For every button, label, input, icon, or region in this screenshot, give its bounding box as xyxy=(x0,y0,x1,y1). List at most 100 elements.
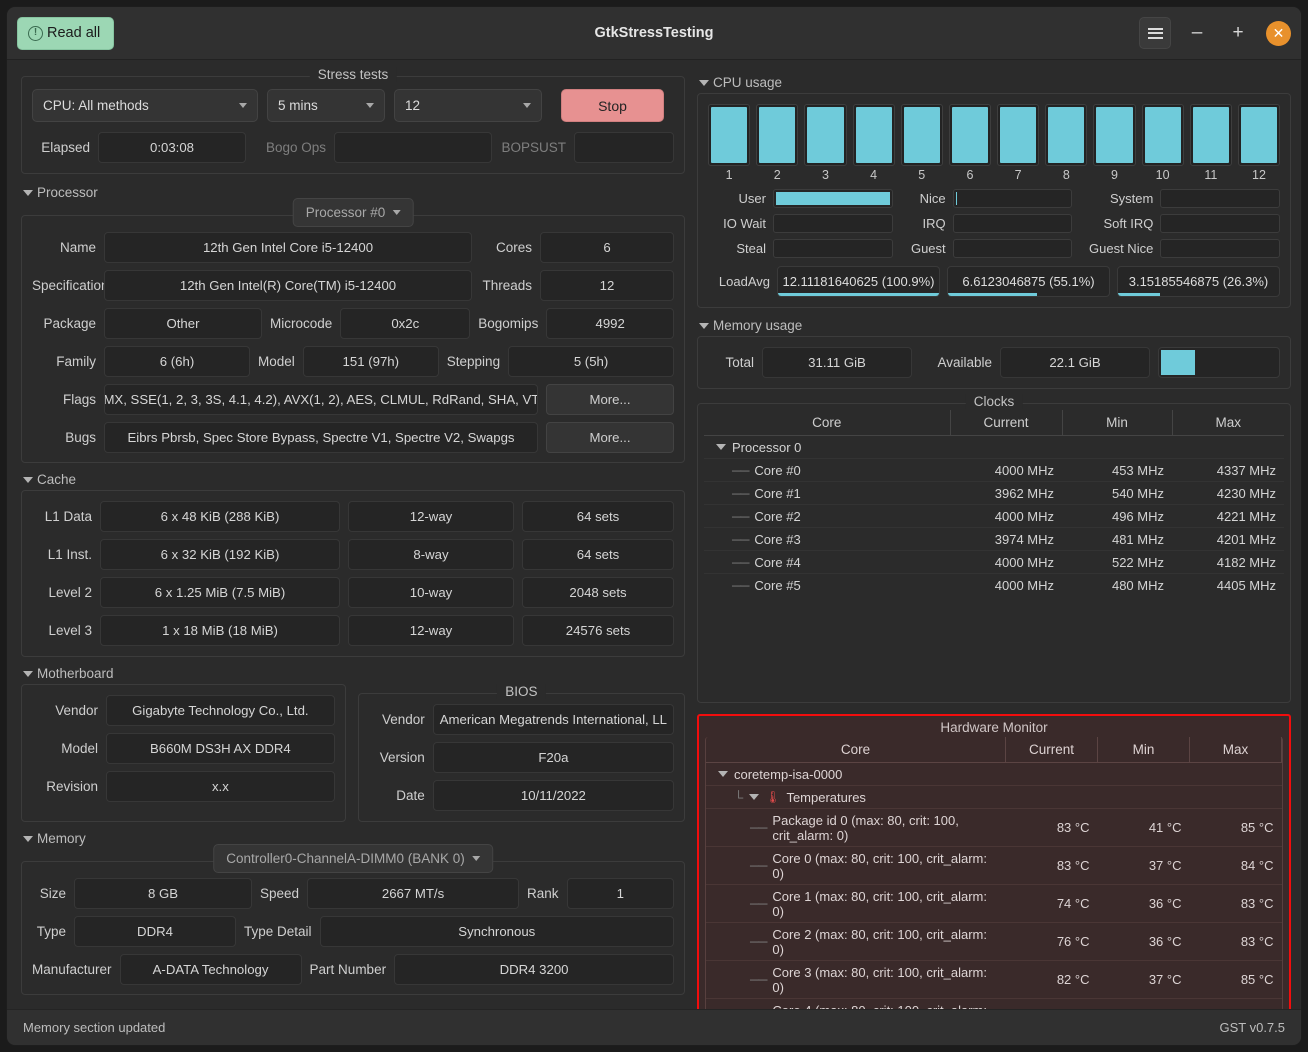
cache-row: L1 Inst.6 x 32 KiB (192 KiB)8-way64 sets xyxy=(32,539,674,570)
stress-duration-select[interactable]: 5 mins xyxy=(267,89,385,122)
mem-type-detail-label: Type Detail xyxy=(244,924,312,939)
sensor-max: 83 °C xyxy=(1190,923,1282,961)
cpu-usage-header[interactable]: CPU usage xyxy=(697,72,1291,93)
column-header[interactable]: Current xyxy=(1006,737,1098,763)
cache-ways-value: 8-way xyxy=(348,539,514,570)
sensor-name: Core 3 (max: 80, crit: 100, crit_alarm: … xyxy=(772,965,997,995)
memory-module-value: Controller0-ChannelA-DIMM0 (BANK 0) xyxy=(226,851,465,866)
cpu-core-bar: 1 xyxy=(708,104,750,182)
bogo-ops-value xyxy=(334,132,492,163)
tree-line-icon: ── xyxy=(732,555,748,570)
processor-section-label: Processor xyxy=(37,185,98,200)
bios-caption: BIOS xyxy=(497,684,545,699)
cache-level-label: Level 2 xyxy=(32,585,92,600)
clock-min: 481 MHz xyxy=(1062,528,1172,551)
stress-workers-select[interactable]: 12 xyxy=(394,89,542,122)
bios-date-label: Date xyxy=(369,788,425,803)
table-row[interactable]: ──Core 4 (max: 80, crit: 100, crit_alarm… xyxy=(706,999,1282,1010)
clock-max: 4221 MHz xyxy=(1172,505,1284,528)
table-row[interactable]: ──Package id 0 (max: 80, crit: 100, crit… xyxy=(706,809,1282,847)
processor-selector[interactable]: Processor #0 xyxy=(293,198,414,227)
mb-vendor-value: Gigabyte Technology Co., Ltd. xyxy=(106,695,335,726)
sensor-max: 85 °C xyxy=(1190,809,1282,847)
clock-min: 496 MHz xyxy=(1062,505,1172,528)
cpu-family-label: Family xyxy=(32,354,96,369)
mem-available-label: Available xyxy=(920,355,992,370)
tree-group-row[interactable]: Processor 0 xyxy=(704,436,1284,459)
memory-usage-header[interactable]: Memory usage xyxy=(697,315,1291,336)
bios-date-value: 10/11/2022 xyxy=(433,780,674,811)
stress-workers-value: 12 xyxy=(405,98,523,113)
cache-section-header[interactable]: Cache xyxy=(21,469,685,490)
sensor-min: 41 °C xyxy=(1098,809,1190,847)
cache-section-label: Cache xyxy=(37,472,76,487)
sensor-current: 83 °C xyxy=(1006,847,1098,885)
column-header[interactable]: Min xyxy=(1098,737,1190,763)
sensor-max: 84 °C xyxy=(1190,847,1282,885)
stress-tests-caption: Stress tests xyxy=(310,67,397,82)
column-header[interactable]: Max xyxy=(1172,410,1284,436)
cpu-stepping-value: 5 (5h) xyxy=(508,346,674,377)
motherboard-section-label: Motherboard xyxy=(37,666,114,681)
read-all-button[interactable]: ! Read all xyxy=(17,17,114,50)
minimize-button[interactable]: – xyxy=(1182,18,1212,48)
stress-method-select[interactable]: CPU: All methods xyxy=(32,89,258,122)
sensor-min: 37 °C xyxy=(1098,961,1190,999)
stress-method-value: CPU: All methods xyxy=(43,98,239,113)
cpu-flags-more-button[interactable]: More... xyxy=(546,384,674,415)
clocks-caption: Clocks xyxy=(966,394,1023,409)
read-all-label: Read all xyxy=(47,25,100,41)
table-row[interactable]: ──Core #13962 MHz540 MHz4230 MHz xyxy=(704,482,1284,505)
thermometer-icon: 🌡 xyxy=(765,790,780,804)
cpu-core-number: 3 xyxy=(804,168,846,182)
title-bar: ! Read all GtkStressTesting – + ✕ xyxy=(7,7,1301,60)
cpu-model-label: Model xyxy=(258,354,295,369)
table-row[interactable]: ──Core #44000 MHz522 MHz4182 MHz xyxy=(704,551,1284,574)
cache-size-value: 6 x 1.25 MiB (7.5 MiB) xyxy=(100,577,340,608)
column-header[interactable]: Core xyxy=(706,737,1006,763)
stop-button[interactable]: Stop xyxy=(561,89,664,122)
cpu-core-number: 6 xyxy=(949,168,991,182)
memory-usage-row: Total 31.11 GiB Available 22.1 GiB xyxy=(708,347,1280,378)
column-header[interactable]: Core xyxy=(704,410,950,436)
mb-model-value: B660M DS3H AX DDR4 xyxy=(106,733,335,764)
tree-group-row[interactable]: coretemp-isa-0000 xyxy=(706,763,1282,786)
hardware-monitor-table-body: coretemp-isa-0000└🌡Temperatures──Package… xyxy=(706,763,1282,1010)
cache-sets-value: 2048 sets xyxy=(522,577,674,608)
chevron-down-icon xyxy=(23,836,33,842)
stress-tests-frame: Stress tests CPU: All methods 5 mins 12 xyxy=(21,76,685,174)
tree-line-icon: ── xyxy=(732,509,748,524)
table-row[interactable]: ──Core #54000 MHz480 MHz4405 MHz xyxy=(704,574,1284,597)
column-header[interactable]: Current xyxy=(950,410,1062,436)
table-row[interactable]: ──Core #24000 MHz496 MHz4221 MHz xyxy=(704,505,1284,528)
cpu-meter-label: Guest Nice xyxy=(1079,241,1153,256)
right-column: CPU usage 123456789101112 UserNiceSystem… xyxy=(697,60,1301,1009)
table-row[interactable]: ──Core #04000 MHz453 MHz4337 MHz xyxy=(704,459,1284,482)
motherboard-section-header[interactable]: Motherboard xyxy=(21,663,685,684)
clock-core-name: Core #4 xyxy=(754,555,800,570)
table-row[interactable]: ──Core 3 (max: 80, crit: 100, crit_alarm… xyxy=(706,961,1282,999)
hardware-monitor-panel: Hardware Monitor CoreCurrentMinMax coret… xyxy=(697,714,1291,1009)
clock-max: 4201 MHz xyxy=(1172,528,1284,551)
cpu-threads-value: 12 xyxy=(540,270,674,301)
close-button[interactable]: ✕ xyxy=(1266,21,1291,46)
tree-subgroup-row[interactable]: └🌡Temperatures xyxy=(706,786,1282,809)
hamburger-icon xyxy=(1148,25,1163,41)
cpu-core-number: 7 xyxy=(997,168,1039,182)
cpu-meter-bar xyxy=(773,189,893,208)
maximize-button[interactable]: + xyxy=(1223,18,1253,48)
chevron-down-icon xyxy=(23,477,33,483)
column-header[interactable]: Min xyxy=(1062,410,1172,436)
table-row[interactable]: ──Core #33974 MHz481 MHz4201 MHz xyxy=(704,528,1284,551)
column-header[interactable]: Max xyxy=(1190,737,1282,763)
menu-button[interactable] xyxy=(1139,17,1171,49)
info-icon: ! xyxy=(28,26,43,41)
table-row[interactable]: ──Core 0 (max: 80, crit: 100, crit_alarm… xyxy=(706,847,1282,885)
app-version: GST v0.7.5 xyxy=(1219,1020,1285,1035)
table-row[interactable]: ──Core 2 (max: 80, crit: 100, crit_alarm… xyxy=(706,923,1282,961)
processor-section: Processor Processor #0 Name 12th Gen Int… xyxy=(21,182,685,463)
table-row[interactable]: ──Core 1 (max: 80, crit: 100, crit_alarm… xyxy=(706,885,1282,923)
bios-version-value: F20a xyxy=(433,742,674,773)
memory-module-selector[interactable]: Controller0-ChannelA-DIMM0 (BANK 0) xyxy=(213,844,493,873)
cpu-bugs-more-button[interactable]: More... xyxy=(546,422,674,453)
